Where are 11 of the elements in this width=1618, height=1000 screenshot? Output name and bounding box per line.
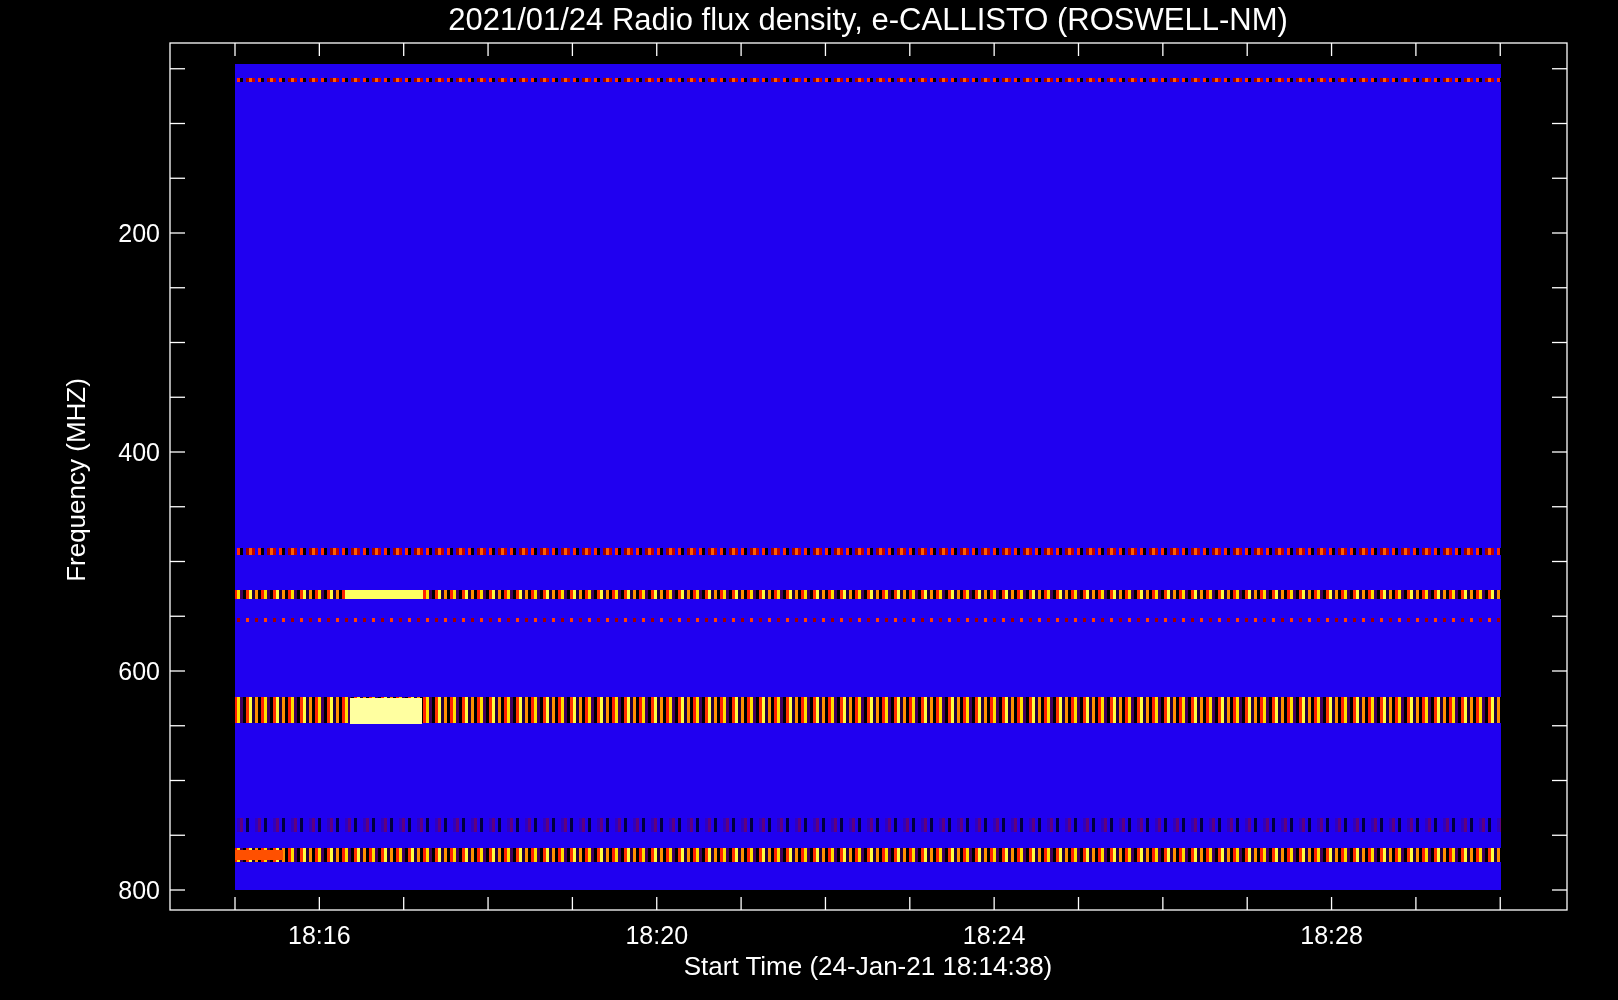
y-tick-label: 800 — [118, 876, 160, 904]
x-axis-label: Start Time (24-Jan-21 18:14:38) — [683, 951, 1053, 981]
chart-title: 2021/01/24 Radio flux density, e-CALLISTO (ROSWELL-NM) — [448, 2, 1288, 37]
y-axis-label: Frequency (MHZ) — [61, 378, 91, 582]
x-tick-label: 18:28 — [1300, 921, 1363, 949]
y-tick-label: 200 — [118, 219, 160, 247]
x-tick-label: 18:20 — [625, 921, 689, 949]
y-tick-label: 400 — [118, 438, 160, 466]
y-tick-label: 600 — [118, 657, 160, 685]
x-tick-label: 18:16 — [288, 921, 351, 949]
x-tick-label: 18:24 — [962, 921, 1026, 949]
